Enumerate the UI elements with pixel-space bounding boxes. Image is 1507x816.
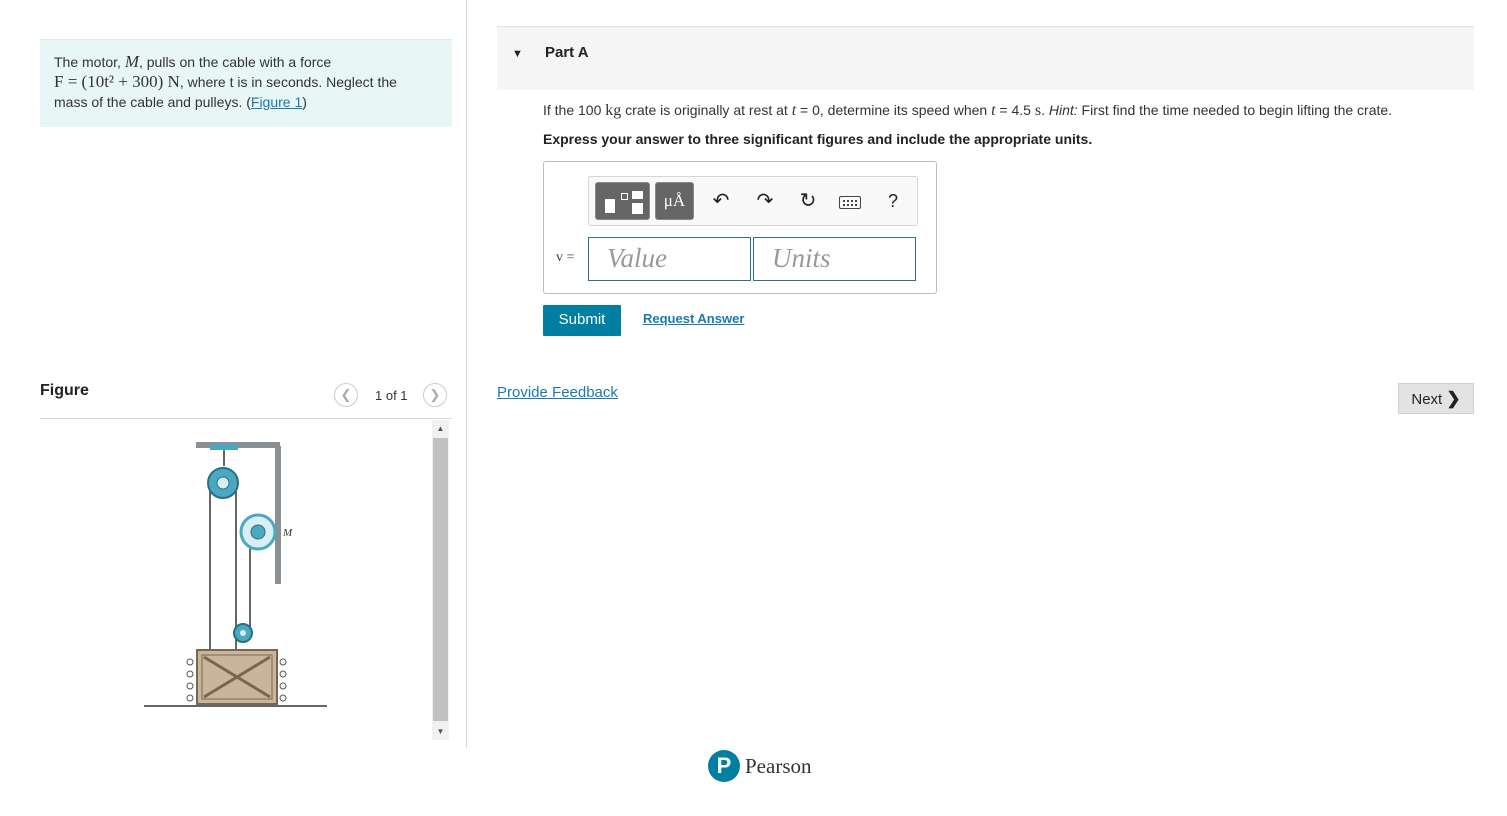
question-part: First find the time needed to begin lift… [1077, 102, 1393, 118]
crate-bolt [186, 682, 194, 690]
pulley-figure: M [144, 442, 327, 707]
problem-statement: The motor, M, pulls on the cable with a … [40, 39, 452, 127]
scrollbar-thumb[interactable] [433, 438, 448, 721]
variable-label: v = [556, 250, 575, 265]
scroll-down-icon[interactable]: ▼ [432, 723, 449, 740]
figure-scrollbar[interactable]: ▲ ▼ [432, 420, 449, 740]
request-answer-link[interactable]: Request Answer [643, 311, 744, 326]
pane-divider [466, 0, 467, 748]
hint-label: Hint: [1048, 102, 1078, 118]
crate-bolt [186, 694, 194, 702]
problem-text-2: , pulls on the cable with a force [138, 54, 332, 70]
crate-bolt [279, 670, 287, 678]
units-input[interactable]: Units [753, 237, 916, 281]
question-part: = 4.5 [995, 102, 1035, 118]
figure-title: Figure [40, 382, 89, 399]
ceiling-mount [210, 444, 238, 450]
crate-bolt [279, 682, 287, 690]
part-title: Part A [545, 44, 589, 61]
scroll-up-icon[interactable]: ▲ [432, 420, 449, 437]
caret-down-icon[interactable]: ▼ [512, 48, 523, 60]
motor-hub [250, 524, 266, 540]
problem-text-3: , where t is in seconds. Neglect the [179, 74, 397, 90]
motor-symbol: M [124, 52, 139, 71]
figure-count: 1 of 1 [375, 388, 408, 403]
reset-icon[interactable]: ↻ [796, 189, 820, 213]
answer-instruction: Express your answer to three significant… [543, 131, 1093, 147]
part-header[interactable]: ▼ Part A [497, 26, 1474, 90]
crate-bolt [186, 658, 194, 666]
motor-label: M [282, 527, 293, 539]
question-text: If the 100 kg crate is originally at res… [543, 100, 1392, 121]
force-expression: F = (10t² + 300) N [54, 72, 180, 91]
problem-text-4: mass of the cable and pulleys. ( [54, 94, 251, 110]
provide-feedback-link[interactable]: Provide Feedback [497, 384, 618, 401]
figure-next-button[interactable]: ❯ [423, 383, 447, 407]
submit-button[interactable]: Submit [543, 305, 621, 336]
problem-text-5: ) [302, 94, 307, 110]
value-input[interactable]: Value [588, 237, 751, 281]
top-pulley-hub [216, 476, 230, 490]
figure-divider [40, 418, 452, 419]
next-button[interactable]: Next ❯ [1398, 383, 1474, 414]
lower-pulley-hub [240, 630, 246, 636]
question-part: = 0, determine its speed when [796, 102, 992, 118]
next-label: Next [1411, 391, 1443, 408]
redo-icon[interactable]: ↷ [753, 189, 777, 213]
crate-bolt [279, 694, 287, 702]
question-part: crate is originally at rest at [621, 102, 792, 118]
chevron-right-icon: ❯ [429, 387, 441, 402]
math-toolbar: μÅ ↶ ↷ ↻ ? [588, 176, 918, 226]
pearson-mark: P [708, 750, 740, 782]
undo-icon[interactable]: ↶ [709, 189, 733, 213]
pearson-brand: Pearson [745, 754, 812, 778]
crate-bolt [186, 670, 194, 678]
mass-unit: kg [605, 102, 622, 119]
problem-text-1: The motor, [54, 54, 125, 70]
units-button[interactable]: μÅ [655, 182, 694, 220]
answer-box: μÅ ↶ ↷ ↻ ? v = Value Units [543, 161, 937, 294]
question-part: If the 100 [543, 102, 606, 118]
chevron-left-icon: ❮ [340, 387, 352, 402]
question-part: . [1041, 102, 1049, 118]
templates-button[interactable] [595, 182, 650, 220]
keyboard-icon[interactable] [839, 196, 861, 209]
figure-prev-button[interactable]: ❮ [334, 383, 358, 407]
figure-link[interactable]: Figure 1 [251, 94, 302, 110]
motor-wall [275, 446, 281, 584]
help-icon[interactable]: ? [881, 189, 905, 213]
chevron-right-icon: ❯ [1446, 389, 1461, 408]
crate-bolt [279, 658, 287, 666]
